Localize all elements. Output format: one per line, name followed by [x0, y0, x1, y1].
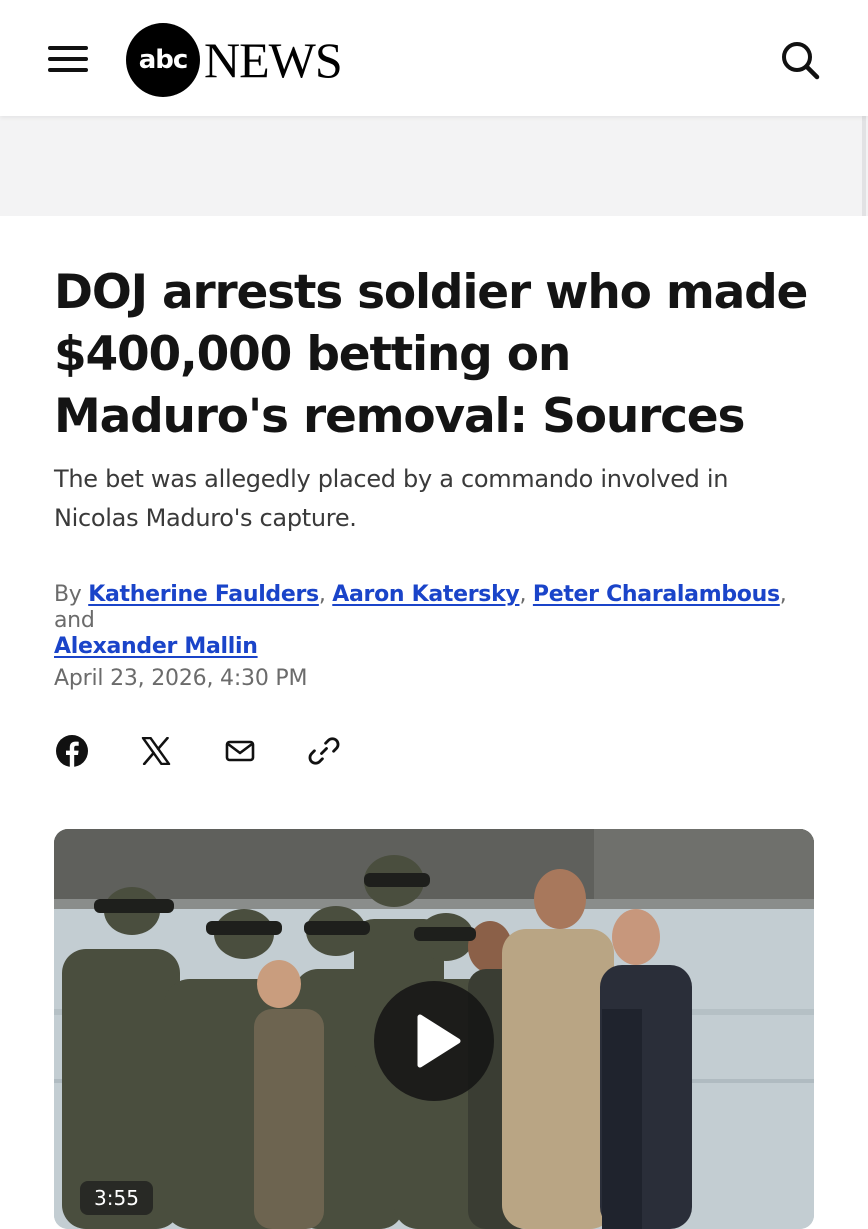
abc-logo-circle: abc	[126, 23, 200, 97]
hamburger-menu-icon[interactable]	[48, 44, 90, 76]
article-header: DOJ arrests soldier who made $400,000 be…	[54, 262, 814, 691]
byline: By Katherine Faulders, Aaron Katersky, P…	[54, 582, 814, 660]
author-link[interactable]: Katherine Faulders	[88, 582, 319, 607]
publish-date: April 23, 2026, 4:30 PM	[54, 666, 308, 691]
link-icon[interactable]	[306, 733, 342, 769]
abc-news-logo[interactable]: abc NEWS	[126, 23, 343, 97]
byline-and: and	[54, 608, 95, 633]
byline-separator: ,	[519, 582, 527, 607]
email-icon[interactable]	[222, 733, 258, 769]
video-duration: 3:55	[80, 1181, 153, 1215]
author-link[interactable]: Aaron Katersky	[332, 582, 520, 607]
byline-separator: ,	[779, 582, 787, 607]
author-link[interactable]: Alexander Mallin	[54, 634, 258, 659]
ad-placeholder-band	[0, 116, 868, 216]
facebook-icon[interactable]	[54, 733, 90, 769]
author-link[interactable]: Peter Charalambous	[533, 582, 780, 607]
video-player[interactable]: 3:55	[54, 829, 814, 1229]
play-icon	[417, 1014, 461, 1068]
news-wordmark: NEWS	[204, 32, 343, 88]
article-dek: The bet was allegedly placed by a comman…	[54, 465, 729, 532]
play-button[interactable]	[374, 981, 494, 1101]
x-icon[interactable]	[138, 733, 174, 769]
byline-separator: ,	[318, 582, 326, 607]
search-icon[interactable]	[778, 38, 822, 82]
article-headline: DOJ arrests soldier who made $400,000 be…	[54, 265, 808, 444]
site-header: abc NEWS	[0, 0, 868, 116]
byline-prefix: By	[54, 582, 82, 607]
